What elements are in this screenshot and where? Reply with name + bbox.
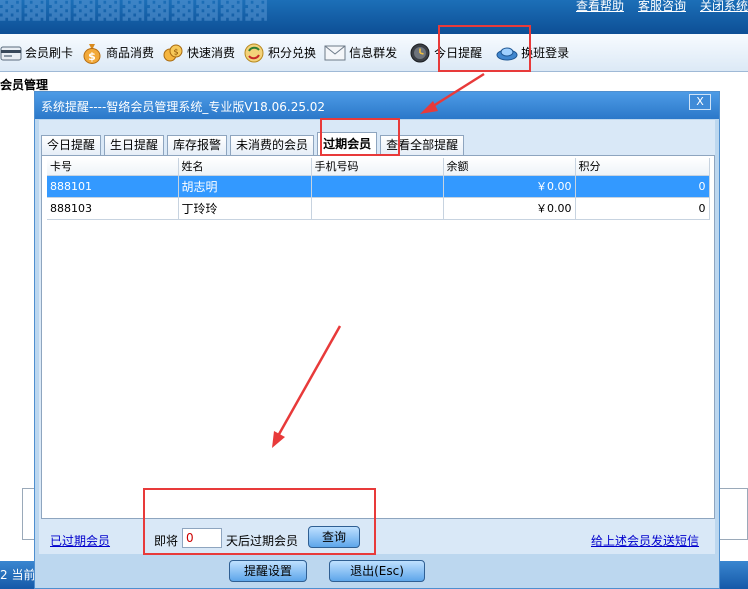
cell-balance: ￥0.00: [443, 175, 576, 198]
cell-name: 胡志明: [178, 175, 312, 198]
close-system-link[interactable]: 关闭系统: [700, 0, 748, 12]
cell-phone: [311, 197, 444, 220]
clock-icon: [409, 42, 431, 64]
banner-logo-decoration: ▓▓▓▓▓▓▓▓▓▓▓: [0, 0, 270, 21]
days-input[interactable]: [182, 528, 222, 548]
cell-card: 888101: [47, 175, 179, 198]
today-reminder-button[interactable]: 今日提醒: [407, 38, 488, 68]
points-exchange-label: 积分兑换: [268, 46, 317, 60]
expiry-query-row: 已过期会员 即将 天后过期会员 查询 给上述会员发送短信: [39, 520, 715, 554]
coins-icon: $: [162, 42, 184, 64]
money-bag-icon: $: [81, 42, 103, 64]
expired-members-table: 卡号 姓名 手机号码 余额 积分 888101 胡志明 ￥0.00 0 8881…: [47, 158, 710, 220]
cell-phone: [311, 175, 444, 198]
tab-today-reminder[interactable]: 今日提醒: [41, 135, 102, 155]
send-sms-link[interactable]: 给上述会员发送短信: [591, 532, 699, 549]
column-header-card[interactable]: 卡号: [47, 158, 179, 176]
cell-balance: ￥0.00: [443, 197, 576, 220]
today-reminder-label: 今日提醒: [434, 46, 483, 60]
reminder-dialog: 系统提醒----智络会员管理系统_专业版V18.06.25.02 X 今日提醒 …: [34, 91, 720, 589]
card-reader-icon: [0, 42, 22, 64]
exchange-icon: [243, 42, 265, 64]
app-banner: ▓▓▓▓▓▓▓▓▓▓▓ 查看帮助 客服咨询 关闭系统: [0, 0, 748, 34]
cell-name: 丁玲玲: [178, 197, 312, 220]
column-header-phone[interactable]: 手机号码: [311, 158, 444, 176]
status-text: 2 当前: [0, 568, 36, 582]
tab-inactive-members[interactable]: 未消费的会员: [230, 135, 315, 155]
dialog-footer: 提醒设置 退出(Esc): [35, 558, 719, 588]
member-swipe-label: 会员刷卡: [25, 46, 74, 60]
product-consume-label: 商品消费: [106, 46, 155, 60]
reminder-settings-button[interactable]: 提醒设置: [229, 560, 307, 582]
background-panel-right: [718, 488, 748, 540]
dialog-close-button[interactable]: X: [689, 94, 711, 110]
mass-message-label: 信息群发: [349, 46, 398, 60]
dialog-titlebar: 系统提醒----智络会员管理系统_专业版V18.06.25.02 X: [35, 92, 719, 119]
table-row[interactable]: 888101 胡志明 ￥0.00 0: [47, 175, 710, 198]
main-toolbar: 会员刷卡 $ 商品消费 $ 快速消费 积分兑换 信息群发 今日提醒 换班登录: [0, 34, 748, 72]
quick-consume-label: 快速消费: [187, 46, 236, 60]
reminder-tabs: 今日提醒 生日提醒 库存报警 未消费的会员 过期会员 查看全部提醒: [41, 130, 467, 155]
envelope-icon: [324, 42, 346, 64]
help-link[interactable]: 查看帮助: [576, 0, 624, 12]
dialog-body: 今日提醒 生日提醒 库存报警 未消费的会员 过期会员 查看全部提醒 卡号 姓名 …: [39, 120, 715, 554]
table-header-row: 卡号 姓名 手机号码 余额 积分: [47, 158, 710, 176]
mass-message-button[interactable]: 信息群发: [322, 38, 403, 68]
tab-all-reminders[interactable]: 查看全部提醒: [380, 135, 465, 155]
column-header-balance[interactable]: 余额: [443, 158, 576, 176]
expired-members-link[interactable]: 已过期会员: [50, 532, 110, 549]
top-links: 查看帮助 客服咨询 关闭系统: [562, 0, 748, 12]
support-link[interactable]: 客服咨询: [638, 0, 686, 12]
upcoming-prefix-label: 即将: [154, 534, 179, 548]
shift-login-button[interactable]: 换班登录: [494, 38, 575, 68]
tab-stock-alert[interactable]: 库存报警: [167, 135, 228, 155]
query-button[interactable]: 查询: [308, 526, 360, 548]
quick-consume-button[interactable]: $ 快速消费: [160, 38, 241, 68]
svg-text:$: $: [173, 47, 178, 56]
column-header-points[interactable]: 积分: [575, 158, 710, 176]
shift-login-label: 换班登录: [521, 46, 570, 60]
member-swipe-button[interactable]: 会员刷卡: [0, 38, 79, 68]
dialog-title: 系统提醒----智络会员管理系统_专业版V18.06.25.02: [41, 100, 326, 114]
upcoming-suffix-label: 天后过期会员: [226, 534, 299, 548]
shift-login-icon: [496, 42, 518, 64]
table-row[interactable]: 888103 丁玲玲 ￥0.00 0: [47, 197, 710, 220]
points-exchange-button[interactable]: 积分兑换: [241, 38, 322, 68]
svg-text:$: $: [88, 50, 96, 63]
exit-button[interactable]: 退出(Esc): [329, 560, 425, 582]
expired-members-panel: 卡号 姓名 手机号码 余额 积分 888101 胡志明 ￥0.00 0 8881…: [41, 155, 715, 519]
tab-expired-members[interactable]: 过期会员: [317, 132, 378, 155]
cell-points: 0: [575, 197, 710, 220]
cell-card: 888103: [47, 197, 179, 220]
tab-birthday-reminder[interactable]: 生日提醒: [104, 135, 165, 155]
product-consume-button[interactable]: $ 商品消费: [79, 38, 160, 68]
column-header-name[interactable]: 姓名: [178, 158, 312, 176]
cell-points: 0: [575, 175, 710, 198]
